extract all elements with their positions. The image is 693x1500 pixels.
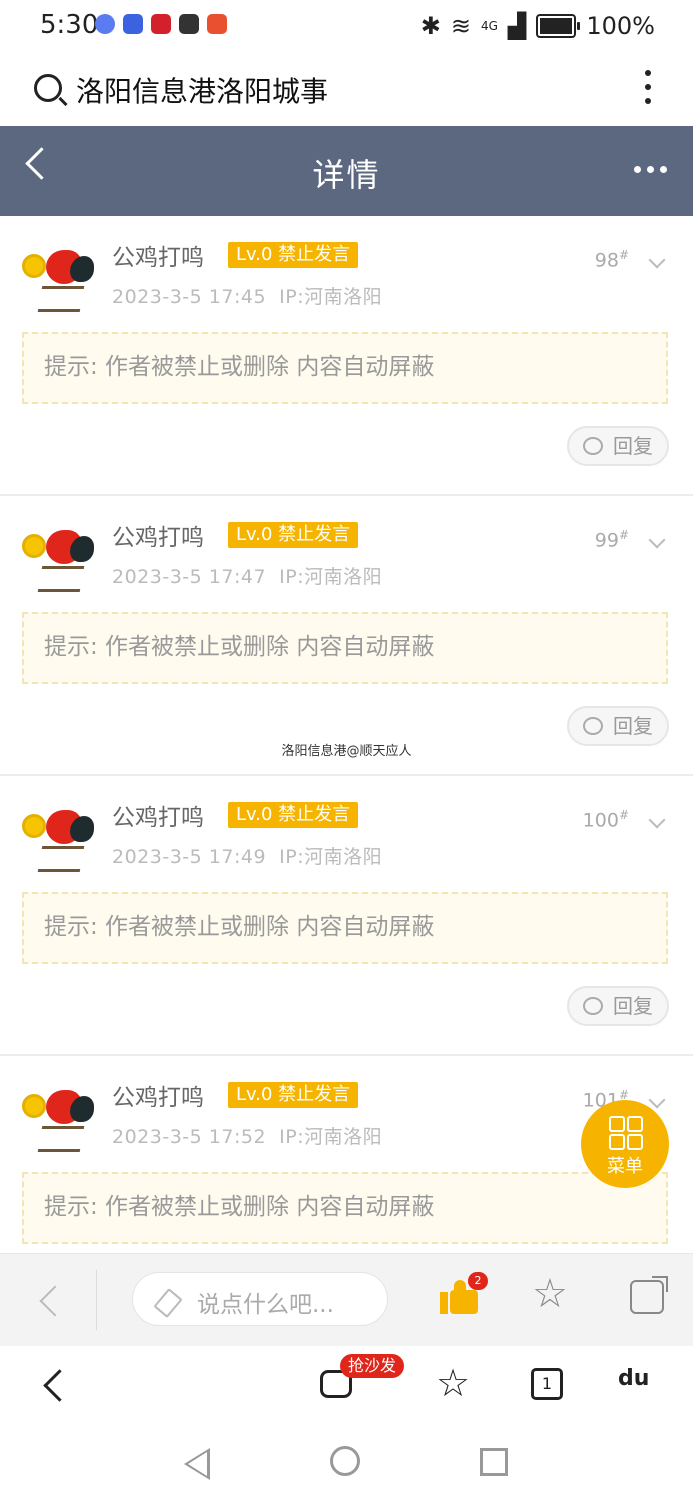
user-name[interactable]: 公鸡打鸣 (112, 798, 204, 832)
tabs-button[interactable]: 1 (531, 1368, 563, 1400)
avatar[interactable] (22, 800, 98, 872)
bookmark-star-icon[interactable]: ☆ (436, 1364, 470, 1402)
chevron-down-icon[interactable] (648, 1091, 666, 1109)
nav-home-icon[interactable] (330, 1446, 360, 1476)
floor-number: 98# (594, 248, 629, 272)
post-meta: 2023-3-5 17:47 IP:河南洛阳 (112, 562, 382, 589)
chevron-down-icon[interactable] (648, 531, 666, 549)
store-app-icon (179, 14, 199, 34)
baidu-app-icon (123, 14, 143, 34)
chat-bubble-icon (583, 437, 603, 455)
comment-bar: 说点什么吧... 2 ☆ (0, 1253, 693, 1347)
post-date: 2023-3-5 17:47 (112, 566, 267, 588)
comment-placeholder: 说点什么吧... (197, 1292, 334, 1318)
avatar[interactable] (22, 240, 98, 312)
tmall-app-icon (151, 14, 171, 34)
post-ip: IP:河南洛阳 (279, 286, 383, 308)
prev-icon[interactable] (39, 1285, 71, 1317)
wifi-icon: ≋ (450, 12, 471, 40)
network-label: 4G (480, 19, 498, 33)
like-count-badge: 2 (468, 1272, 488, 1290)
thumbs-up-icon (440, 1292, 448, 1314)
user-name[interactable]: 公鸡打鸣 (112, 1078, 204, 1112)
blocked-notice: 提示: 作者被禁止或删除 内容自动屏蔽 (22, 1172, 668, 1244)
watermark: 洛阳信息港@顺天应人 (281, 744, 412, 759)
bluetooth-icon: ✱ (420, 12, 441, 40)
signal-icon: ▟ (507, 12, 527, 40)
post-date: 2023-3-5 17:52 (112, 1126, 267, 1148)
level-badge: Lv.0 禁止发言 (228, 1082, 359, 1108)
sofa-badge[interactable]: 抢沙发 (340, 1354, 405, 1378)
more-horiz-icon[interactable] (634, 166, 667, 173)
reply-button[interactable]: 回复 (567, 986, 669, 1026)
reply-item: 公鸡打鸣 Lv.0 禁止发言 98# 2023-3-5 17:45 IP:河南洛… (0, 216, 693, 496)
user-name[interactable]: 公鸡打鸣 (112, 518, 204, 552)
notification-icons (95, 14, 227, 34)
post-ip: IP:河南洛阳 (279, 846, 383, 868)
more-vert-icon[interactable] (645, 70, 653, 112)
avatar[interactable] (22, 520, 98, 592)
search-icon[interactable] (34, 74, 62, 102)
status-bar: 5:30 ✱ ≋ 4G ▟ 100% (0, 0, 693, 52)
search-bar[interactable]: 洛阳信息港洛阳城事 (0, 52, 693, 126)
floor-number: 99# (594, 528, 629, 552)
reply-button[interactable]: 回复 (567, 426, 669, 466)
chat-bubble-icon (583, 997, 603, 1015)
level-badge: Lv.0 禁止发言 (228, 242, 359, 268)
status-right: ✱ ≋ 4G ▟ 100% (421, 12, 655, 40)
like-button[interactable]: 2 (440, 1272, 488, 1314)
pen-icon (153, 1288, 183, 1318)
page-header: 详情 (0, 126, 693, 216)
post-ip: IP:河南洛阳 (279, 566, 383, 588)
status-time: 5:30 (40, 10, 99, 40)
post-meta: 2023-3-5 17:52 IP:河南洛阳 (112, 1122, 382, 1149)
nav-back-icon[interactable] (184, 1448, 210, 1480)
reply-item: 公鸡打鸣 Lv.0 禁止发言 99# 2023-3-5 17:47 IP:河南洛… (0, 496, 693, 776)
reply-item: 公鸡打鸣 Lv.0 禁止发言 100# 2023-3-5 17:49 IP:河南… (0, 776, 693, 1056)
post-ip: IP:河南洛阳 (279, 1126, 383, 1148)
menu-fab-button[interactable]: 菜单 (581, 1100, 669, 1188)
grid-icon (609, 1116, 643, 1150)
nav-recents-icon[interactable] (480, 1448, 508, 1476)
avatar[interactable] (22, 1080, 98, 1152)
browser-toolbar: 抢沙发 ☆ 1 du (0, 1346, 693, 1428)
menu-fab-label: 菜单 (607, 1156, 643, 1177)
page-title: 详情 (312, 156, 381, 194)
level-badge: Lv.0 禁止发言 (228, 802, 359, 828)
news-app-icon (207, 14, 227, 34)
search-query[interactable]: 洛阳信息港洛阳城事 (76, 70, 328, 110)
post-date: 2023-3-5 17:45 (112, 286, 267, 308)
divider (96, 1270, 97, 1330)
battery-icon (536, 14, 581, 38)
battery-percent: 100% (586, 12, 655, 40)
baidu-paw-icon[interactable]: du (618, 1366, 649, 1391)
music-app-icon (95, 14, 115, 34)
post-meta: 2023-3-5 17:45 IP:河南洛阳 (112, 282, 382, 309)
blocked-notice: 提示: 作者被禁止或删除 内容自动屏蔽 (22, 612, 668, 684)
chat-bubble-icon (583, 717, 603, 735)
level-badge: Lv.0 禁止发言 (228, 522, 359, 548)
system-nav-bar (0, 1428, 693, 1500)
post-meta: 2023-3-5 17:49 IP:河南洛阳 (112, 842, 382, 869)
chevron-down-icon[interactable] (648, 251, 666, 269)
comment-input[interactable]: 说点什么吧... (132, 1272, 388, 1326)
blocked-notice: 提示: 作者被禁止或删除 内容自动屏蔽 (22, 892, 668, 964)
favorite-icon[interactable]: ☆ (532, 1274, 568, 1314)
user-name[interactable]: 公鸡打鸣 (112, 238, 204, 272)
blocked-notice: 提示: 作者被禁止或删除 内容自动屏蔽 (22, 332, 668, 404)
post-date: 2023-3-5 17:49 (112, 846, 267, 868)
browser-back-icon[interactable] (43, 1369, 76, 1402)
floor-number: 100# (582, 808, 629, 832)
share-icon[interactable] (630, 1276, 668, 1314)
chevron-down-icon[interactable] (648, 811, 666, 829)
